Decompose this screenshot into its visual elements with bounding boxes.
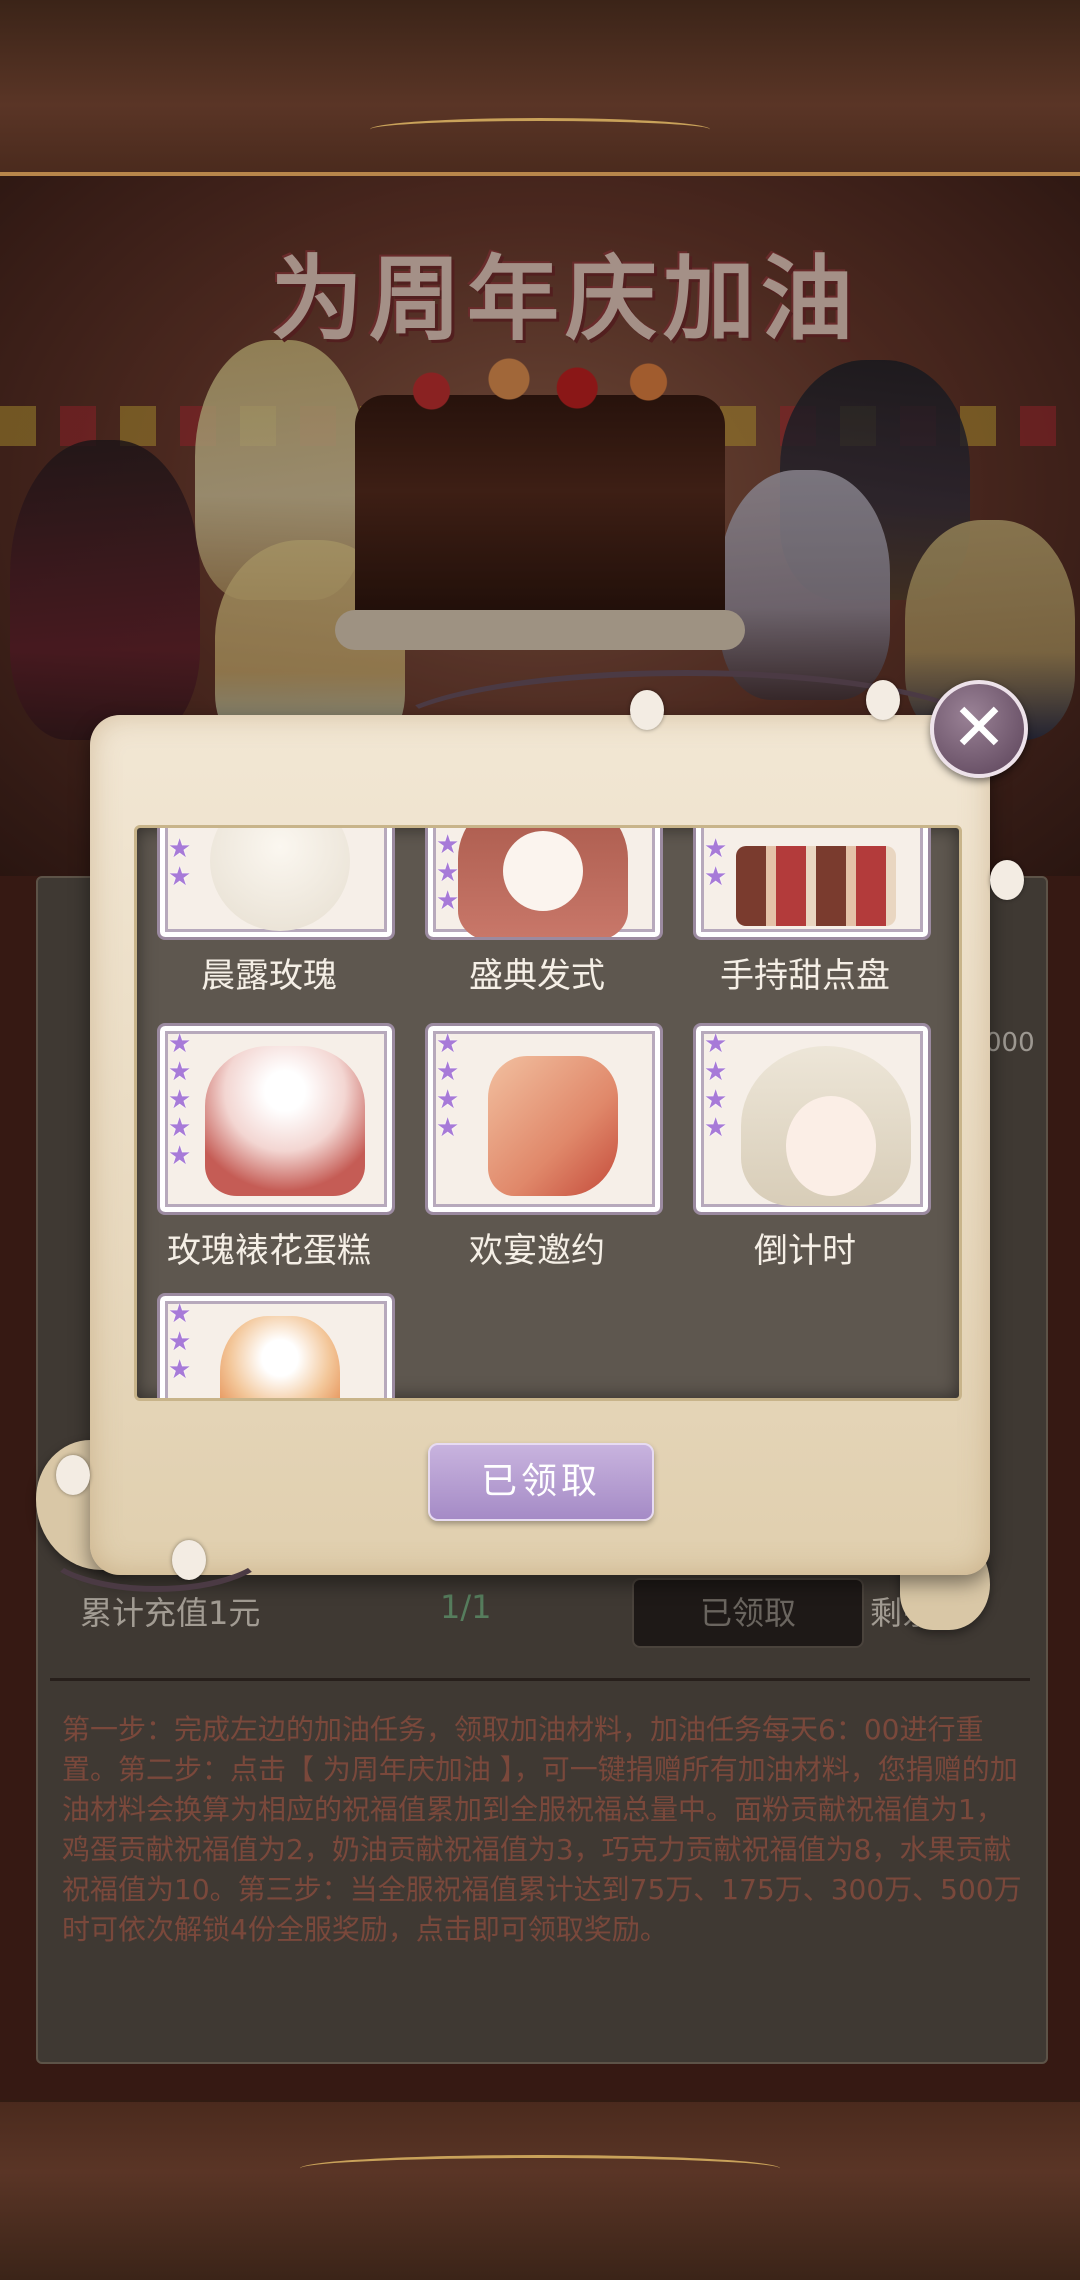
shoe-art [488, 1056, 618, 1196]
item-name: 欢宴邀约 [469, 1231, 605, 1271]
star-icon: ★ [436, 886, 460, 916]
rose-ornament [172, 1540, 206, 1580]
face-art [503, 831, 583, 911]
star-icon: ★ [704, 1029, 728, 1059]
star-icon: ★ [704, 1057, 728, 1087]
item-name: 盛典发式 [469, 956, 605, 996]
reward-item[interactable]: ★ ★ ★ ★ ★ 玫瑰裱花蛋糕 [137, 1023, 401, 1273]
reward-item[interactable]: ★ ★ ★ ★ 倒计时 [673, 1023, 937, 1273]
star-icon: ★ [168, 1327, 192, 1357]
dessert-tray-art [736, 846, 896, 926]
star-icon: ★ [168, 1355, 192, 1385]
rose-ornament [56, 1455, 90, 1495]
rose-ornament [630, 690, 664, 730]
item-name: 晨露玫瑰 [201, 956, 337, 996]
reward-item[interactable]: ★ ★ ★ 盛典发式 [405, 828, 669, 998]
item-thumbnail: ★ ★ ★ ★ ★ [157, 1023, 395, 1215]
rose-ornament [866, 680, 900, 720]
star-icon: ★ [436, 1113, 460, 1143]
rarity-stars: ★ ★ ★ ★ [436, 1030, 466, 1142]
thorn-vine-bottom [40, 1500, 272, 1592]
gold-ornament [300, 2155, 780, 2182]
rarity-stars: ★ ★ ★ ★ ★ [168, 1030, 198, 1170]
rarity-stars: ★ ★ ★ [168, 1300, 198, 1384]
close-icon[interactable]: ✕ [930, 680, 1028, 778]
claimed-button[interactable]: 已领取 [428, 1443, 654, 1521]
star-icon: ★ [168, 1113, 192, 1143]
face-art [786, 1096, 876, 1196]
gold-ornament [370, 118, 710, 141]
reward-item[interactable]: ★ ★ 手持甜点盘 [673, 828, 937, 998]
top-ornament-bar [0, 0, 1080, 175]
rarity-stars: ★ ★ [168, 835, 198, 891]
white-hair-art [210, 828, 350, 931]
reward-item[interactable]: ★ ★ ★ [137, 1293, 401, 1398]
item-thumbnail: ★ ★ ★ ★ [693, 1023, 931, 1215]
star-icon: ★ [436, 830, 460, 860]
item-thumbnail: ★ ★ ★ [425, 828, 663, 940]
rarity-stars: ★ ★ ★ [436, 831, 466, 915]
item-name: 手持甜点盘 [720, 956, 890, 996]
star-icon: ★ [168, 1057, 192, 1087]
bottom-ornament-bar [0, 2100, 1080, 2280]
item-thumbnail: ★ ★ ★ [157, 1293, 395, 1398]
item-thumbnail: ★ ★ ★ ★ [425, 1023, 663, 1215]
star-icon: ★ [168, 1299, 192, 1329]
star-icon: ★ [436, 1029, 460, 1059]
reward-item-grid[interactable]: ★ ★ 晨露玫瑰 ★ ★ ★ 盛典发式 ★ ★ 手持甜点盘 ★ ★ ★ ★ ★ 玫瑰裱花蛋糕 ★… [134, 825, 962, 1401]
item-name: 玫瑰裱花蛋糕 [167, 1231, 371, 1271]
star-icon: ★ [168, 1029, 192, 1059]
star-icon: ★ [704, 862, 728, 892]
star-icon: ★ [168, 1085, 192, 1115]
cake-dress-art [205, 1046, 365, 1196]
rarity-stars: ★ ★ [704, 835, 734, 891]
item-name: 倒计时 [754, 1231, 856, 1271]
star-icon: ★ [168, 862, 192, 892]
rose-ornament [990, 860, 1024, 900]
star-icon: ★ [168, 834, 192, 864]
reward-item[interactable]: ★ ★ ★ ★ 欢宴邀约 [405, 1023, 669, 1273]
star-icon: ★ [704, 834, 728, 864]
rarity-stars: ★ ★ ★ ★ [704, 1030, 734, 1142]
star-icon: ★ [436, 1085, 460, 1115]
thorn-vine-top [380, 670, 992, 802]
star-icon: ★ [436, 1057, 460, 1087]
item-thumbnail: ★ ★ [693, 828, 931, 940]
star-icon: ★ [704, 1085, 728, 1115]
star-icon: ★ [168, 1141, 192, 1171]
item-thumbnail: ★ ★ [157, 828, 395, 940]
reward-item[interactable]: ★ ★ 晨露玫瑰 [137, 828, 401, 998]
star-icon: ★ [704, 1113, 728, 1143]
star-icon: ★ [436, 858, 460, 888]
orange-dress-art [220, 1316, 340, 1398]
